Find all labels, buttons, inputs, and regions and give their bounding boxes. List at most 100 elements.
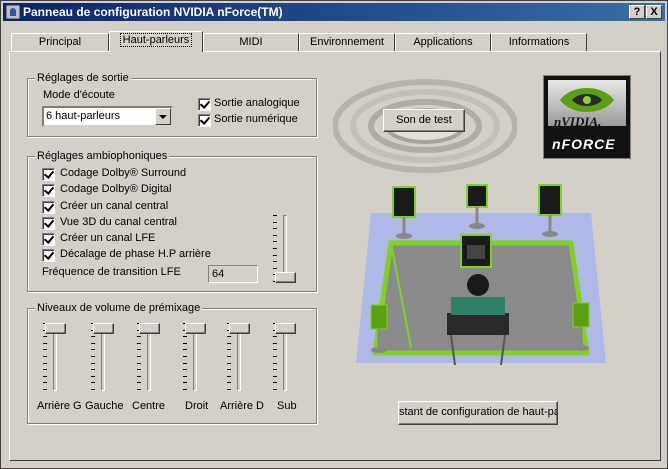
premix-slider-3[interactable] [137,323,161,391]
premix-levels-legend: Niveaux de volume de prémixage [35,302,203,314]
slider-tick [43,349,47,350]
premix-slider-2[interactable] [91,323,115,391]
lfe-slider-control[interactable] [273,215,297,283]
slider-thumb[interactable] [139,323,160,334]
slider-tick [227,343,231,344]
lfe-crossover-value: 64 [208,265,258,283]
nvidia-nforce-logo: nVIDIA. nFORCE [543,75,631,159]
slider-tick [137,336,141,337]
rear-phase-checkbox[interactable] [42,249,55,262]
slider-tick [273,228,277,229]
slider-tick [273,248,277,249]
slider-tick [137,349,141,350]
chevron-down-icon[interactable] [155,108,171,125]
slider-tick [91,356,95,357]
slider-thumb[interactable] [275,323,296,334]
test-sound-button[interactable]: Son de test [383,109,465,132]
slider-tick [137,343,141,344]
speaker-room-illustration [356,184,606,366]
nforce-product-text: nFORCE [552,136,616,152]
slider-tick [273,356,277,357]
slider-thumb[interactable] [45,323,66,334]
slider-tick [227,363,231,364]
slider-tick [273,255,277,256]
slider-tick [43,382,47,383]
center-3d-label: Vue 3D du canal central [60,216,177,228]
dolby-digital-checkbox[interactable] [42,184,55,197]
tab-applications[interactable]: Applications [395,33,491,51]
surround-settings-legend: Réglages ambiophoniques [35,150,170,162]
speaker-setup-wizard-button[interactable]: stant de configuration de haut-par [398,401,558,425]
title-bar[interactable]: Panneau de configuration NVIDIA nForce(T… [3,3,665,21]
nforce-control-panel-window: Panneau de configuration NVIDIA nForce(T… [0,0,668,469]
slider-tick [227,376,231,377]
slider-tick [91,363,95,364]
slider-tick [43,356,47,357]
speaker-subwoofer [460,234,492,268]
lfe-crossover-label: Fréquence de transition LFE [42,266,181,278]
slider-thumb[interactable] [229,323,250,334]
app-icon[interactable] [6,5,20,19]
create-lfe-label: Créer un canal LFE [60,232,156,244]
slider-tick [273,369,277,370]
center-3d-checkbox[interactable] [42,217,55,230]
premix-slider-4[interactable] [183,323,207,391]
slider-tick [227,369,231,370]
slider-tick [43,389,47,390]
slider-tick [137,369,141,370]
output-settings-legend: Réglages de sortie [35,72,131,84]
premix-slider-1[interactable] [43,323,67,391]
slider-tick [43,376,47,377]
slider-tick [91,343,95,344]
premix-channel-label: Arrière D [220,400,265,412]
create-center-checkbox[interactable] [42,201,55,214]
create-lfe-checkbox[interactable] [42,233,55,246]
slider-thumb[interactable] [275,272,296,283]
dolby-surround-label: Codage Dolby® Surround [60,167,187,179]
create-center-label: Créer un canal central [60,200,169,212]
analog-output-checkbox[interactable] [198,98,211,111]
premix-slider-6[interactable] [273,323,297,391]
tab-haut-parleurs[interactable]: Haut-parleurs [109,31,203,52]
listening-mode-select[interactable]: 6 haut-parleurs [42,106,173,127]
rear-phase-label: Décalage de phase H.P arrière [60,248,211,260]
slider-tick [183,382,187,383]
slider-tick [227,349,231,350]
slider-tick [91,336,95,337]
slider-thumb[interactable] [185,323,206,334]
slider-tick [273,268,277,269]
slider-tick [91,389,95,390]
slider-tick [137,363,141,364]
analog-output-label: Sortie analogique [214,97,300,109]
tab-informations[interactable]: Informations [491,33,587,51]
slider-tick [91,376,95,377]
slider-tick [43,369,47,370]
slider-tick [183,336,187,337]
slider-tick [183,343,187,344]
close-button[interactable]: X [646,5,662,19]
premix-channel-label: Gauche [85,400,124,412]
premix-slider-5[interactable] [227,323,251,391]
tab-environnement[interactable]: Environnement [299,33,395,51]
premix-channel-label: Droit [185,400,209,412]
tab-midi[interactable]: MIDI [203,33,299,51]
digital-output-checkbox[interactable] [198,114,211,127]
slider-tick [91,369,95,370]
slider-tick [227,389,231,390]
help-button[interactable]: ? [629,5,645,19]
slider-tick [43,363,47,364]
slider-tick [273,382,277,383]
tab-principal[interactable]: Principal [11,33,109,51]
slider-tick [227,382,231,383]
slider-tick [273,215,277,216]
slider-tick [183,376,187,377]
digital-output-label: Sortie numérique [214,113,298,125]
dolby-surround-checkbox[interactable] [42,168,55,181]
slider-tick [183,349,187,350]
slider-thumb[interactable] [93,323,114,334]
slider-tick [273,349,277,350]
nvidia-brand-text: nVIDIA. [554,114,602,129]
slider-tick [273,389,277,390]
slider-tick [43,336,47,337]
premix-channel-label: Sub [277,400,297,412]
